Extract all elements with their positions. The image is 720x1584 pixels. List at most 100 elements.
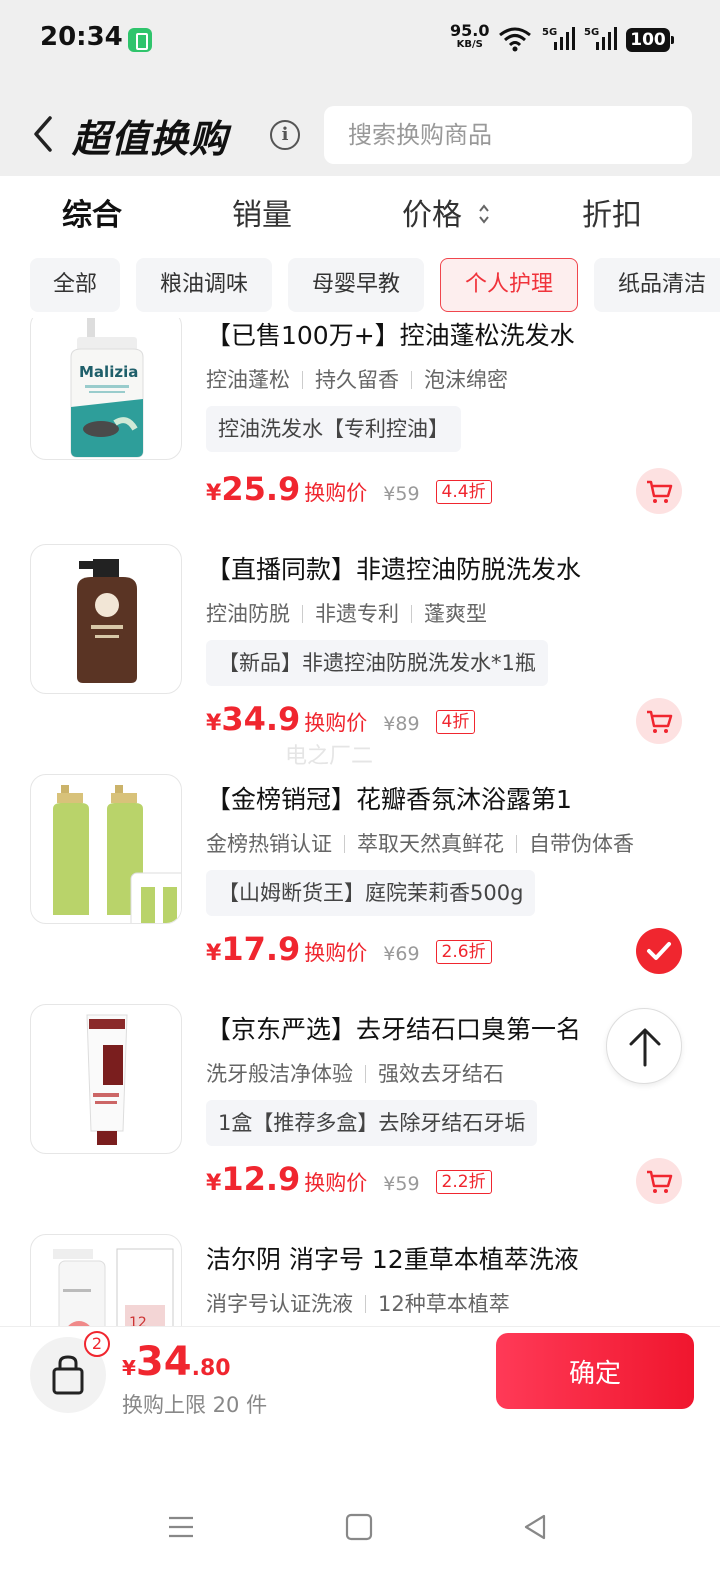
- original-price: ¥59: [383, 483, 420, 505]
- exchange-limit-text: 换购上限 20 件: [122, 1393, 268, 1417]
- tab-comprehensive[interactable]: 综合: [62, 190, 122, 234]
- exchange-price: 17.9: [221, 930, 301, 968]
- total-price-integer: 34: [135, 1339, 192, 1385]
- discount-badge: 4折: [435, 710, 476, 734]
- feature-tag: 消字号认证洗液: [206, 1292, 353, 1316]
- add-to-cart-button[interactable]: [636, 468, 682, 514]
- home-square-icon[interactable]: [344, 1512, 374, 1542]
- search-box[interactable]: [324, 106, 692, 164]
- price-currency: ¥: [206, 711, 222, 736]
- product-title: 【直播同款】非遗控油防脱洗发水: [206, 555, 582, 584]
- sort-arrows-icon: [478, 203, 489, 224]
- product-list: Malizia 【已售100万+】控油蓬松洗发水 控油蓬松 持久留香 泡沫绵密 控油…: [0, 318, 720, 1326]
- feature-tag: 持久留香: [315, 368, 399, 392]
- tab-price[interactable]: 价格: [402, 190, 490, 234]
- total-currency: ¥: [122, 1356, 136, 1380]
- product-title: 洁尔阴 消字号 12重草本植萃洗液: [206, 1245, 579, 1274]
- product-features: 控油防脱 非遗专利 蓬爽型: [206, 598, 487, 628]
- chip-all[interactable]: 全部: [30, 258, 120, 312]
- arrow-up-icon: [629, 1028, 661, 1067]
- discount-badge: 2.2折: [435, 1170, 492, 1194]
- watermark-text: 电之厂二: [285, 744, 374, 769]
- tab-sales[interactable]: 销量: [232, 190, 292, 234]
- chip-maternal[interactable]: 母婴早教: [288, 258, 424, 312]
- product-image[interactable]: Malizia: [30, 318, 182, 460]
- product-item[interactable]: 12 洁尔阴 消字号 12重草本植萃洗液 消字号认证洗液 12种草本植萃: [0, 1234, 720, 1326]
- search-input[interactable]: [348, 106, 668, 164]
- price-label: 换购价: [304, 481, 368, 505]
- signal-label-1: 5G: [542, 27, 557, 38]
- cart-icon: [647, 480, 673, 503]
- app-notification-icon: [128, 28, 152, 52]
- bottom-bar: 2 ¥34.80 换购上限 20 件 确定: [0, 1326, 720, 1436]
- product-spec[interactable]: 控油洗发水【专利控油】: [206, 406, 461, 452]
- feature-tag: 泡沫绵密: [424, 368, 508, 392]
- category-chips: 全部 粮油调味 母婴早教 个人护理 纸品清洁: [0, 256, 720, 316]
- exchange-price: 34.9: [221, 700, 301, 738]
- price-label: 换购价: [304, 711, 368, 735]
- product-image[interactable]: [30, 1004, 182, 1154]
- price-row: ¥17.9 换购价 ¥69 2.6折: [206, 930, 492, 974]
- signal-label-2: 5G: [584, 27, 599, 38]
- chip-personal-care[interactable]: 个人护理: [440, 258, 578, 312]
- selected-checkbox[interactable]: [636, 928, 682, 974]
- confirm-button[interactable]: 确定: [496, 1333, 694, 1409]
- shampoo-bottle-image: [77, 559, 137, 683]
- page-title: 超值换购: [72, 117, 229, 161]
- discount-badge: 2.6折: [435, 940, 492, 964]
- price-currency: ¥: [206, 481, 222, 506]
- battery-icon: 100: [626, 28, 674, 52]
- check-icon: [647, 942, 671, 960]
- package-number-label: 12: [129, 1315, 147, 1326]
- cart-icon: [647, 1170, 673, 1193]
- price-label: 换购价: [304, 941, 368, 965]
- product-item[interactable]: Malizia 【已售100万+】控油蓬松洗发水 控油蓬松 持久留香 泡沫绵密 控油…: [0, 318, 720, 546]
- tab-price-label: 价格: [402, 198, 462, 233]
- info-icon[interactable]: i: [270, 120, 300, 150]
- product-image[interactable]: [30, 774, 182, 924]
- product-features: 洗牙般洁净体验 强效去牙结石: [206, 1058, 504, 1088]
- total-price: ¥34.80: [122, 1339, 231, 1385]
- chip-grain-oil[interactable]: 粮油调味: [136, 258, 272, 312]
- status-time: 20:34: [40, 22, 123, 52]
- feature-tag: 自带伪体香: [529, 832, 634, 856]
- wash-liquid-image: 12: [53, 1248, 174, 1326]
- feature-tag: 萃取天然真鲜花: [357, 832, 504, 856]
- product-image[interactable]: 12: [30, 1234, 182, 1326]
- add-to-cart-button[interactable]: [636, 1158, 682, 1204]
- price-row: ¥12.9 换购价 ¥59 2.2折: [206, 1160, 492, 1204]
- product-item[interactable]: 【金榜销冠】花瓣香氛沐浴露第1 金榜热销认证 萃取天然真鲜花 自带伪体香 【山姆断货…: [0, 774, 720, 1006]
- product-title: 【京东严选】去牙结石口臭第一名: [206, 1015, 582, 1044]
- price-row: ¥25.9 换购价 ¥59 4.4折: [206, 470, 492, 514]
- bag-count-badge: 2: [84, 1331, 110, 1357]
- feature-tag: 蓬爽型: [424, 602, 487, 626]
- product-spec[interactable]: 【新品】非遗控油防脱洗发水*1瓶: [206, 640, 548, 686]
- product-spec[interactable]: 【山姆断货王】庭院茉莉香500g: [206, 870, 536, 916]
- total-price-decimal: .80: [191, 1356, 231, 1381]
- cart-icon: [647, 710, 673, 733]
- network-speed-unit: KB/S: [456, 39, 483, 50]
- header: 超值换购 i: [0, 78, 720, 176]
- add-to-cart-button[interactable]: [636, 698, 682, 744]
- product-features: 消字号认证洗液 12种草本植萃: [206, 1288, 510, 1318]
- price-currency: ¥: [206, 941, 222, 966]
- chip-paper-cleaning[interactable]: 纸品清洁: [594, 258, 720, 312]
- signal-icon-2: 5G: [584, 27, 617, 50]
- back-triangle-icon[interactable]: [520, 1512, 550, 1542]
- toothpaste-image: [86, 1014, 128, 1145]
- back-to-top-button[interactable]: [606, 1008, 682, 1084]
- feature-tag: 强效去牙结石: [378, 1062, 504, 1086]
- product-spec[interactable]: 1盒【推荐多盒】去除牙结石牙垢: [206, 1100, 538, 1146]
- menu-icon[interactable]: [166, 1512, 196, 1542]
- feature-tag: 控油防脱: [206, 602, 290, 626]
- tab-discount[interactable]: 折扣: [582, 190, 642, 234]
- back-arrow-icon[interactable]: [30, 114, 56, 154]
- product-features: 金榜热销认证 萃取天然真鲜花 自带伪体香: [206, 828, 634, 858]
- product-title: 【已售100万+】控油蓬松洗发水: [206, 321, 575, 350]
- feature-tag: 非遗专利: [315, 602, 399, 626]
- original-price: ¥89: [383, 713, 420, 735]
- exchange-price: 25.9: [221, 470, 301, 508]
- system-nav-bar: [0, 1436, 720, 1584]
- product-image[interactable]: [30, 544, 182, 694]
- exchange-price: 12.9: [221, 1160, 301, 1198]
